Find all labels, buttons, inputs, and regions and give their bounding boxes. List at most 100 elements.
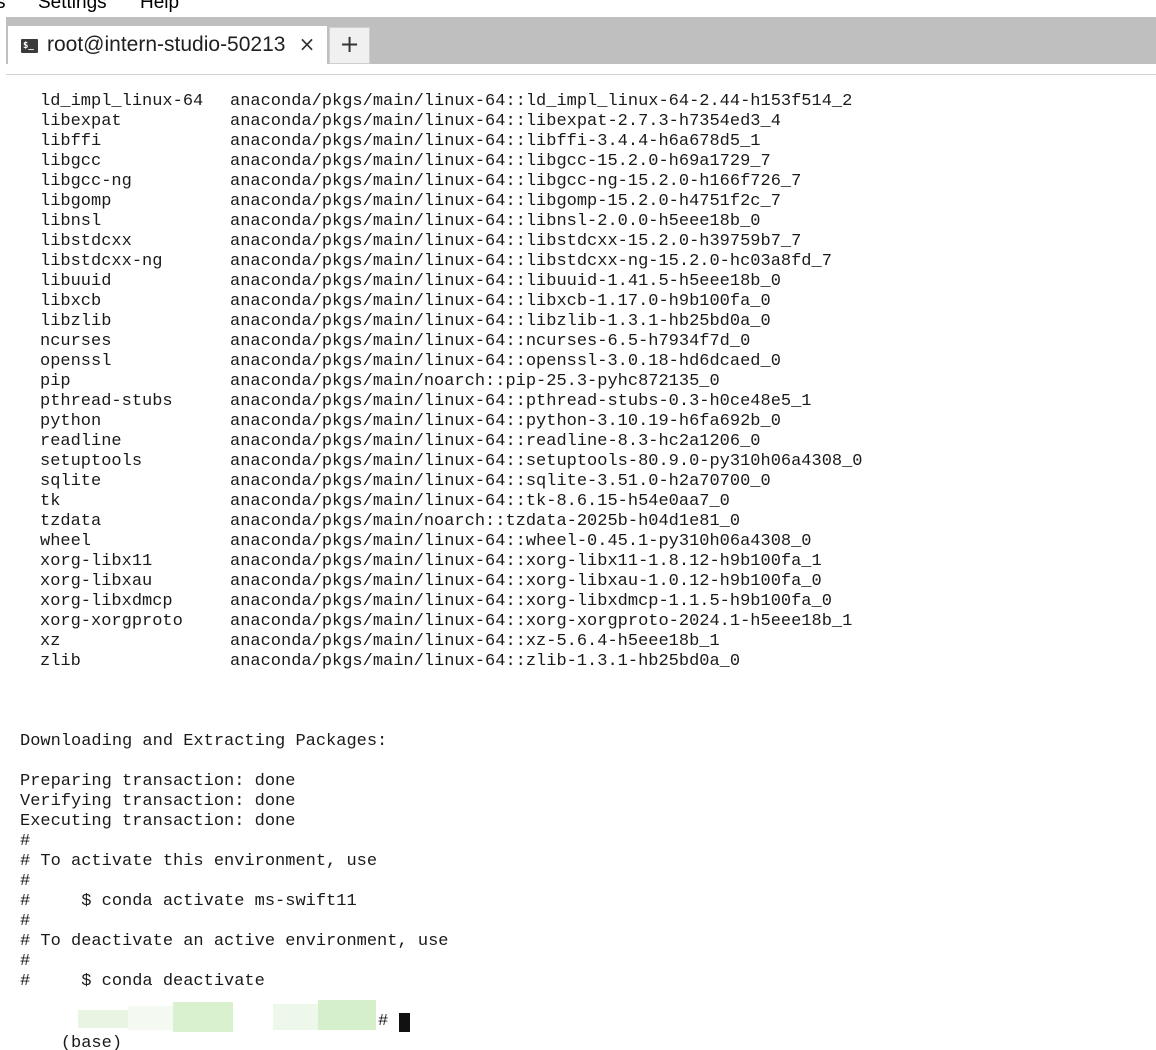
package-name: python	[40, 412, 102, 431]
output-line: #	[20, 832, 31, 851]
package-name: libexpat	[40, 112, 122, 131]
package-name: xorg-libxdmcp	[40, 592, 173, 611]
package-name: xorg-libxau	[40, 572, 153, 591]
package-name: wheel	[40, 532, 92, 551]
menu-item-settings[interactable]: Settings	[38, 0, 107, 14]
package-source: anaconda/pkgs/main/linux-64::setuptools-…	[230, 452, 863, 471]
package-row: openssl anaconda/pkgs/main/linux-64::open…	[0, 352, 1156, 372]
redacted-hostname	[78, 1000, 376, 1032]
tab-strip: $_ root@intern-studio-50213 × +	[6, 17, 1156, 64]
package-row: xorg-libxau anaconda/pkgs/main/linux-64::…	[0, 572, 1156, 592]
package-source: anaconda/pkgs/main/noarch::pip-25.3-pyhc…	[230, 372, 720, 391]
package-row: readline anaconda/pkgs/main/linux-64::rea…	[0, 432, 1156, 452]
terminal-icon: $_	[21, 39, 38, 53]
package-row: xz anaconda/pkgs/main/linux-64::xz-5.6.4-…	[0, 632, 1156, 652]
package-name: libxcb	[40, 292, 102, 311]
package-source: anaconda/pkgs/main/linux-64::readline-8.…	[230, 432, 761, 451]
package-name: libuuid	[40, 272, 112, 291]
menu-bar: s Settings Help	[0, 0, 1156, 17]
package-source: anaconda/pkgs/main/linux-64::python-3.10…	[230, 412, 781, 431]
package-row: libstdcxx-ng anaconda/pkgs/main/linux-64:…	[0, 252, 1156, 272]
package-source: anaconda/pkgs/main/linux-64::libgcc-15.2…	[230, 152, 771, 171]
prompt-symbol: #	[378, 1012, 389, 1031]
tab-terminal-session[interactable]: $_ root@intern-studio-50213 ×	[8, 26, 327, 64]
package-row: setuptools anaconda/pkgs/main/linux-64::s…	[0, 452, 1156, 472]
package-name: ld_impl_linux-64	[40, 92, 204, 111]
output-line: # $ conda deactivate	[20, 972, 265, 991]
package-name: setuptools	[40, 452, 143, 471]
package-row: tk anaconda/pkgs/main/linux-64::tk-8.6.15…	[0, 492, 1156, 512]
output-line: # To deactivate an active environment, u…	[20, 932, 449, 951]
package-row: libgcc-ng anaconda/pkgs/main/linux-64::li…	[0, 172, 1156, 192]
package-source: anaconda/pkgs/main/linux-64::xorg-libxau…	[230, 572, 822, 591]
package-source: anaconda/pkgs/main/linux-64::libexpat-2.…	[230, 112, 781, 131]
package-row: wheel anaconda/pkgs/main/linux-64::wheel-…	[0, 532, 1156, 552]
package-row: libexpat anaconda/pkgs/main/linux-64::lib…	[0, 112, 1156, 132]
package-source: anaconda/pkgs/main/linux-64::libffi-3.4.…	[230, 132, 761, 151]
package-name: openssl	[40, 352, 112, 371]
package-source: anaconda/pkgs/main/linux-64::libstdcxx-1…	[230, 232, 802, 251]
output-line: Executing transaction: done	[20, 812, 296, 831]
package-row: libgomp anaconda/pkgs/main/linux-64::libg…	[0, 192, 1156, 212]
output-line: #	[20, 952, 31, 971]
package-source: anaconda/pkgs/main/linux-64::zlib-1.3.1-…	[230, 652, 741, 671]
output-line: Verifying transaction: done	[20, 792, 296, 811]
package-row: python anaconda/pkgs/main/linux-64::pytho…	[0, 412, 1156, 432]
package-name: libffi	[40, 132, 102, 151]
output-line: # To activate this environment, use	[20, 852, 378, 871]
package-row: libgcc anaconda/pkgs/main/linux-64::libgc…	[0, 152, 1156, 172]
package-name: xorg-xorgproto	[40, 612, 183, 631]
package-row: xorg-xorgproto anaconda/pkgs/main/linux-6…	[0, 612, 1156, 632]
menu-item-tools[interactable]: s	[0, 0, 6, 14]
new-tab-button[interactable]: +	[329, 27, 370, 64]
package-source: anaconda/pkgs/main/linux-64::libstdcxx-n…	[230, 252, 832, 271]
package-name: pip	[40, 372, 71, 391]
package-row: tzdata anaconda/pkgs/main/noarch::tzdata-…	[0, 512, 1156, 532]
menu-item-help[interactable]: Help	[140, 0, 179, 14]
package-row: libffi anaconda/pkgs/main/linux-64::libff…	[0, 132, 1156, 152]
package-row: pthread-stubs anaconda/pkgs/main/linux-64…	[0, 392, 1156, 412]
package-source: anaconda/pkgs/main/linux-64::pthread-stu…	[230, 392, 812, 411]
text-cursor	[399, 1013, 410, 1032]
package-name: libgomp	[40, 192, 112, 211]
output-line: #	[20, 912, 31, 931]
tab-title: root@intern-studio-50213	[47, 33, 286, 56]
output-line: # $ conda activate ms-swift11	[20, 892, 357, 911]
package-row: libstdcxx anaconda/pkgs/main/linux-64::li…	[0, 232, 1156, 252]
terminal-output[interactable]: ld_impl_linux-64 anaconda/pkgs/main/linux…	[0, 75, 1156, 1050]
package-row: libzlib anaconda/pkgs/main/linux-64::libz…	[0, 312, 1156, 332]
package-name: libgcc-ng	[40, 172, 132, 191]
package-source: anaconda/pkgs/main/linux-64::libgomp-15.…	[230, 192, 781, 211]
package-name: pthread-stubs	[40, 392, 173, 411]
package-name: ncurses	[40, 332, 112, 351]
package-source: anaconda/pkgs/main/linux-64::libxcb-1.17…	[230, 292, 771, 311]
package-row: ld_impl_linux-64 anaconda/pkgs/main/linux…	[0, 92, 1156, 112]
package-row: libnsl anaconda/pkgs/main/linux-64::libns…	[0, 212, 1156, 232]
output-line: Preparing transaction: done	[20, 772, 296, 791]
output-line: #	[20, 872, 31, 891]
package-name: libgcc	[40, 152, 102, 171]
package-source: anaconda/pkgs/main/linux-64::libgcc-ng-1…	[230, 172, 802, 191]
package-row: ncurses anaconda/pkgs/main/linux-64::ncur…	[0, 332, 1156, 352]
package-name: xz	[40, 632, 61, 651]
package-source: anaconda/pkgs/main/linux-64::xorg-libx11…	[230, 552, 822, 571]
package-source: anaconda/pkgs/main/linux-64::xorg-xorgpr…	[230, 612, 853, 631]
package-name: libnsl	[40, 212, 102, 231]
package-source: anaconda/pkgs/main/noarch::tzdata-2025b-…	[230, 512, 741, 531]
package-row: sqlite anaconda/pkgs/main/linux-64::sqlit…	[0, 472, 1156, 492]
package-source: anaconda/pkgs/main/linux-64::ncurses-6.5…	[230, 332, 751, 351]
package-name: xorg-libx11	[40, 552, 153, 571]
package-name: tzdata	[40, 512, 102, 531]
package-row: pip anaconda/pkgs/main/noarch::pip-25.3-p…	[0, 372, 1156, 392]
package-name: tk	[40, 492, 61, 511]
package-name: sqlite	[40, 472, 102, 491]
package-source: anaconda/pkgs/main/linux-64::wheel-0.45.…	[230, 532, 812, 551]
package-source: anaconda/pkgs/main/linux-64::libzlib-1.3…	[230, 312, 771, 331]
package-row: xorg-libxdmcp anaconda/pkgs/main/linux-64…	[0, 592, 1156, 612]
package-name: zlib	[40, 652, 81, 671]
package-row: xorg-libx11 anaconda/pkgs/main/linux-64::…	[0, 552, 1156, 572]
package-name: libzlib	[40, 312, 112, 331]
package-source: anaconda/pkgs/main/linux-64::xorg-libxdm…	[230, 592, 832, 611]
package-row: libxcb anaconda/pkgs/main/linux-64::libxc…	[0, 292, 1156, 312]
close-icon[interactable]: ×	[298, 32, 316, 56]
